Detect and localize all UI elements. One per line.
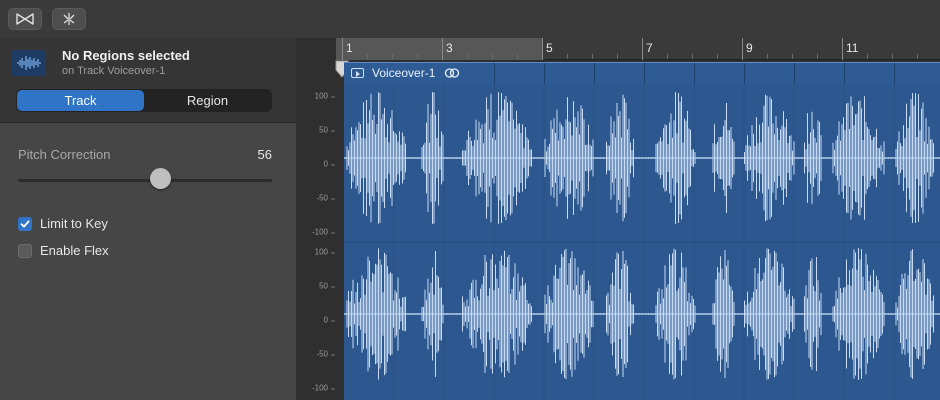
amplitude-tick-label: -50 — [316, 349, 335, 359]
split-button[interactable] — [52, 8, 86, 30]
ruler-subtick — [817, 54, 818, 59]
tab-region[interactable]: Region — [144, 90, 271, 111]
region-name: Voiceover-1 — [372, 66, 436, 80]
ruler-bar-number: 7 — [646, 41, 653, 55]
region-bar-divider — [694, 63, 695, 85]
ruler-tick — [642, 38, 643, 60]
amplitude-tick-label: -100 — [311, 227, 336, 237]
track-region-segmented-control: Track Region — [16, 89, 272, 112]
amplitude-tick-label: -50 — [316, 193, 335, 203]
ruler-subtick — [367, 54, 368, 59]
ruler-tick — [742, 38, 743, 60]
scissors-split-icon — [63, 13, 75, 25]
checkbox-unchecked-icon[interactable] — [18, 243, 32, 258]
pitch-correction-slider-track[interactable] — [18, 179, 272, 182]
ruler-subtick — [517, 54, 518, 59]
ruler-subtick — [917, 54, 918, 59]
top-toolbar — [0, 0, 940, 38]
ruler-bar-number: 3 — [446, 41, 453, 55]
ruler-bar-number: 9 — [746, 41, 753, 55]
ruler-subtick — [892, 54, 893, 59]
ruler-subtick — [417, 54, 418, 59]
ruler-tick — [342, 38, 343, 60]
checkbox-checked-icon[interactable] — [18, 216, 32, 231]
ruler-subtick — [617, 54, 618, 59]
ruler-subtick — [592, 54, 593, 59]
region-bar-divider — [794, 63, 795, 85]
limit-to-key-checkbox[interactable]: Limit to Key — [18, 216, 108, 231]
ruler-bar-number: 11 — [846, 41, 859, 55]
pitch-correction-label: Pitch Correction — [18, 147, 111, 162]
region-bar-divider — [844, 63, 845, 85]
region-play-icon[interactable] — [351, 68, 364, 78]
ruler-tick — [542, 38, 543, 60]
region-bar-divider — [544, 63, 545, 85]
amplitude-tick-label: 50 — [319, 281, 335, 291]
ruler-subtick — [667, 54, 668, 59]
inspector-header: No Regions selected on Track Voiceover-1… — [0, 38, 296, 122]
audio-editor: 1 3 5 7 9 11 100 50 0 -50 -100 100 50 0 -50 -100 Voice… — [296, 38, 940, 400]
ruler-subtick — [392, 54, 393, 59]
ruler-subtick — [767, 54, 768, 59]
amplitude-tick-label: 100 — [314, 247, 336, 257]
amplitude-tick-label: 100 — [314, 91, 336, 101]
loop-link-icon — [444, 68, 460, 78]
ruler-bar-number: 5 — [546, 41, 553, 55]
region-bar-divider — [744, 63, 745, 85]
track-inspector: No Regions selected on Track Voiceover-1… — [0, 38, 296, 400]
inspector-subtitle: on Track Voiceover-1 — [62, 65, 166, 77]
tab-track[interactable]: Track — [17, 90, 144, 111]
region-bar-divider — [644, 63, 645, 85]
region-bar-divider — [594, 63, 595, 85]
inspector-title: No Regions selected — [62, 48, 190, 63]
ruler-subtick — [567, 54, 568, 59]
amplitude-axis: 100 50 0 -50 -100 100 50 0 -50 -100 — [296, 60, 337, 400]
bowtie-icon — [16, 13, 34, 25]
region-bar-divider — [894, 63, 895, 85]
amplitude-tick-label: 0 — [323, 315, 337, 325]
ruler-subtick — [467, 54, 468, 59]
limit-to-key-label: Limit to Key — [40, 216, 108, 231]
ruler-tick — [842, 38, 843, 60]
waveform-region[interactable] — [344, 84, 940, 400]
waveform-thumbnail-icon — [12, 50, 46, 76]
ruler-subtick — [717, 54, 718, 59]
enable-flex-label: Enable Flex — [40, 243, 109, 258]
pitch-correction-slider-thumb[interactable] — [150, 168, 172, 189]
audio-waveform — [344, 84, 940, 400]
ruler-tick — [442, 38, 443, 60]
ruler-subtick — [867, 54, 868, 59]
amplitude-tick-label: 50 — [319, 125, 335, 135]
enable-flex-checkbox[interactable]: Enable Flex — [18, 243, 109, 258]
ruler-subtick — [792, 54, 793, 59]
region-bar-divider — [494, 63, 495, 85]
ruler-bar-number: 1 — [346, 41, 353, 55]
bowtie-button[interactable] — [8, 8, 42, 30]
amplitude-tick-label: -100 — [311, 383, 336, 393]
inspector-body: Pitch Correction 56 Limit to Key Enable … — [0, 122, 296, 400]
timeline-ruler[interactable]: 1 3 5 7 9 11 — [336, 38, 940, 60]
pitch-correction-value: 56 — [257, 147, 272, 162]
region-header[interactable]: Voiceover-1 — [344, 62, 940, 85]
amplitude-tick-label: 0 — [323, 159, 337, 169]
ruler-subtick — [492, 54, 493, 59]
ruler-subtick — [692, 54, 693, 59]
